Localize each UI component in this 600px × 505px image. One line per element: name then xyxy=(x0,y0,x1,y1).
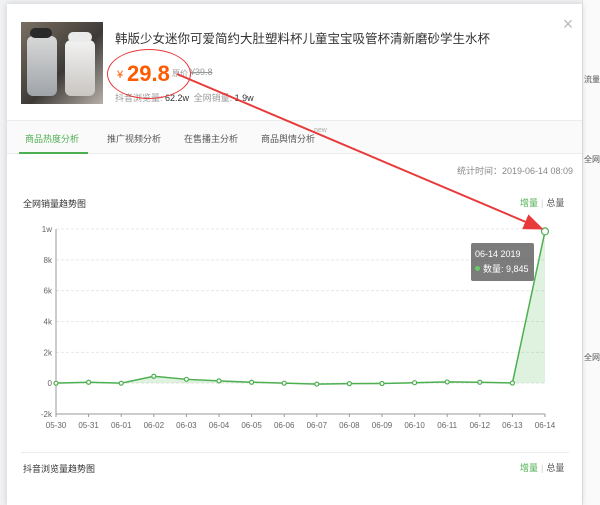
tooltip-date: 06-14 2019 xyxy=(475,249,521,259)
data-point xyxy=(183,376,189,382)
data-point xyxy=(509,380,515,386)
x-tick-label: 06-03 xyxy=(176,421,197,430)
x-tick-label: 05-30 xyxy=(46,421,67,430)
background-text: 流量 xyxy=(584,75,600,84)
views-trend-title: 抖音浏览量趋势图 xyxy=(23,464,96,474)
data-point xyxy=(379,380,385,387)
y-tick-label: 6k xyxy=(44,287,53,296)
data-point xyxy=(346,381,352,387)
data-point xyxy=(53,380,59,386)
x-tick-label: 06-14 xyxy=(535,421,556,430)
data-point xyxy=(412,380,418,386)
y-tick-label: 1w xyxy=(42,225,52,234)
data-point xyxy=(281,380,287,386)
x-tick-label: 06-12 xyxy=(470,421,491,430)
x-tick-label: 06-09 xyxy=(372,421,393,430)
x-tick-label: 05-31 xyxy=(78,421,99,430)
views-total-toggle[interactable]: 总量 xyxy=(546,463,564,473)
x-tick-label: 06-02 xyxy=(144,421,165,430)
background-text: 全网销 xyxy=(584,155,600,164)
x-tick-label: 06-06 xyxy=(274,421,295,430)
data-point xyxy=(118,380,124,386)
x-tick-label: 06-11 xyxy=(437,421,457,430)
background-text: 全网 xyxy=(584,353,600,362)
x-tick-label: 06-10 xyxy=(404,421,425,430)
data-point xyxy=(314,381,320,387)
y-tick-label: 8k xyxy=(44,256,53,265)
data-point xyxy=(151,373,157,379)
views-increment-toggle[interactable]: 增量 xyxy=(520,463,538,473)
x-tick-label: 06-08 xyxy=(339,421,360,430)
data-point xyxy=(444,379,450,385)
data-point xyxy=(85,379,92,385)
y-tick-label: 4k xyxy=(44,318,53,327)
views-toggle: 增量 | 总量 xyxy=(520,463,565,473)
x-tick-label: 06-01 xyxy=(111,421,132,430)
section-divider xyxy=(21,452,569,453)
y-tick-label: 2k xyxy=(44,348,53,357)
x-tick-label: 06-05 xyxy=(241,421,262,430)
product-analysis-modal: × 韩版少女迷你可爱简约大肚塑料杯儿童宝宝吸管杯清新磨砂学生水杯 ¥ 29.8 … xyxy=(7,4,582,505)
chart-tooltip: 06-14 2019 数量: 9,845 xyxy=(471,243,534,281)
y-tick-label: -2k xyxy=(41,410,53,419)
data-point xyxy=(540,227,550,236)
data-point xyxy=(477,379,483,385)
background-page: 流量 全网销 全网 xyxy=(582,0,600,505)
data-point xyxy=(249,379,255,385)
x-tick-label: 06-04 xyxy=(209,421,230,430)
x-tick-label: 06-07 xyxy=(307,421,328,430)
series-dot xyxy=(475,266,480,271)
y-tick-label: 0 xyxy=(48,379,53,388)
x-tick-label: 06-13 xyxy=(502,421,523,430)
sales-trend-chart: -2k 0 2k 4k 6k 8k 1w 05-30 05-31 06-01 06-02 06-03 0… xyxy=(41,225,556,430)
data-point xyxy=(216,378,222,384)
tooltip-value: 数量: 9,845 xyxy=(483,264,529,274)
